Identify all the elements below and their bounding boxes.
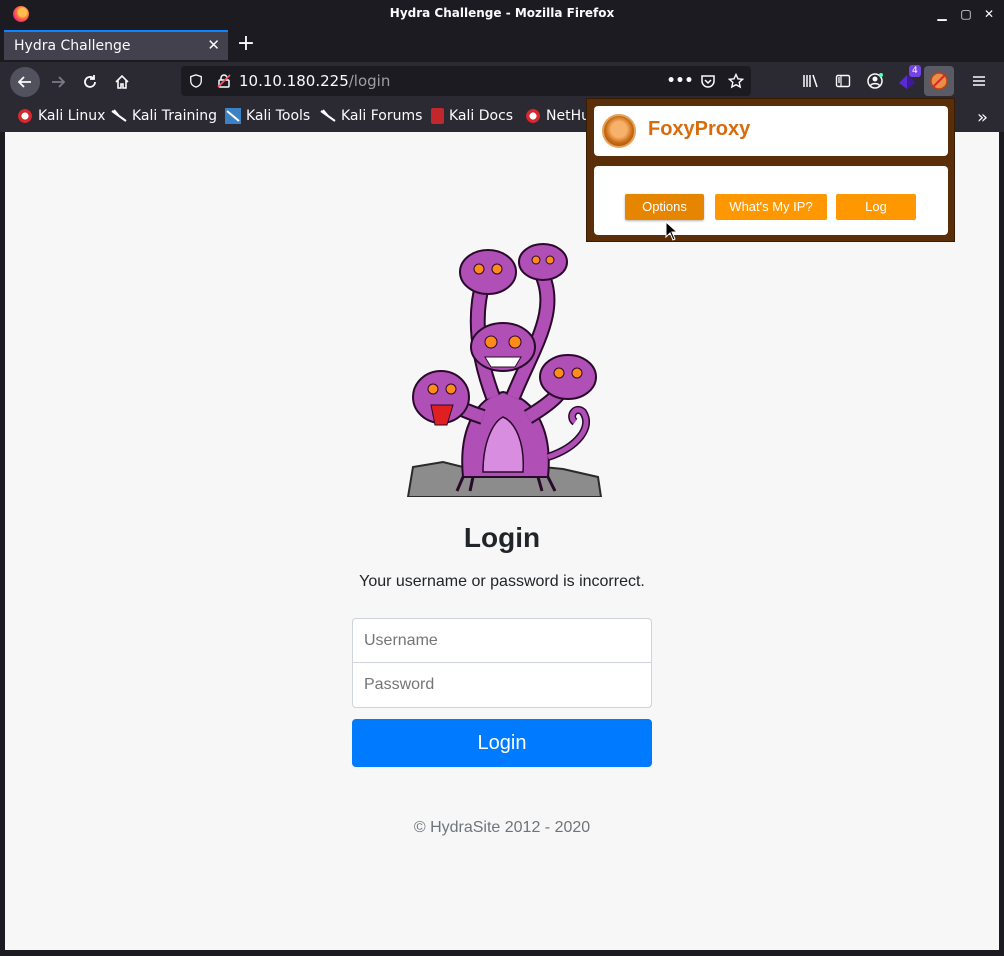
- bookmark-kali-training[interactable]: Kali Training: [111, 108, 217, 124]
- bookmarks-overflow-icon[interactable]: »: [977, 107, 988, 128]
- bookmark-label: Kali Docs: [449, 108, 514, 124]
- forward-arrow-icon: [52, 76, 66, 88]
- tab-close-icon[interactable]: ✕: [207, 36, 220, 54]
- username-input[interactable]: [352, 618, 652, 663]
- tab-hydra-challenge[interactable]: Hydra Challenge ✕: [4, 30, 228, 60]
- back-arrow-icon: [17, 76, 31, 88]
- navigation-bar: 10.10.180.225/login ••• 4: [0, 62, 1004, 102]
- url-host: 10.10.180.225: [239, 72, 349, 90]
- bookmark-star-icon[interactable]: [725, 70, 747, 92]
- mouse-cursor-icon: [665, 221, 677, 241]
- menu-icon[interactable]: [968, 70, 990, 92]
- bookmark-label: Kali Training: [132, 108, 217, 124]
- foxyproxy-body: Options What's My IP? Log: [594, 166, 948, 235]
- minimize-button[interactable]: ▁: [934, 6, 950, 22]
- reload-button[interactable]: [75, 67, 105, 97]
- extension-icon[interactable]: 4: [896, 65, 921, 92]
- options-button[interactable]: Options: [625, 194, 704, 220]
- window-title: Hydra Challenge - Mozilla Firefox: [389, 6, 615, 20]
- fox-logo-icon: [602, 114, 636, 148]
- foxyproxy-icon: [930, 72, 948, 90]
- kali-docs-icon: [431, 108, 444, 124]
- close-window-button[interactable]: ✕: [981, 6, 997, 22]
- bookmark-kali-linux[interactable]: Kali Linux: [17, 108, 105, 124]
- pocket-icon[interactable]: [697, 70, 719, 92]
- tracking-shield-icon[interactable]: [185, 70, 207, 92]
- home-icon: [115, 74, 129, 89]
- firefox-window: Hydra Challenge - Mozilla Firefox ▁ ▢ ✕ …: [0, 0, 1004, 956]
- extension-badge: 4: [909, 65, 921, 77]
- url-text[interactable]: 10.10.180.225/login: [239, 72, 390, 90]
- page-content: Login Your username or password is incor…: [5, 132, 999, 950]
- bookmark-kali-tools[interactable]: Kali Tools: [225, 108, 310, 124]
- log-button[interactable]: Log: [836, 194, 916, 220]
- hydra-illustration: [406, 243, 603, 497]
- reload-icon: [84, 75, 96, 88]
- home-button[interactable]: [107, 67, 137, 97]
- copyright-footer: © HydraSite 2012 - 2020: [413, 819, 591, 836]
- kali-dragon-icon: [17, 108, 33, 124]
- bookmark-label: Kali Linux: [38, 108, 106, 124]
- url-bar[interactable]: 10.10.180.225/login •••: [181, 66, 751, 96]
- whats-my-ip-button[interactable]: What's My IP?: [715, 194, 827, 220]
- kali-forums-icon: [320, 108, 336, 124]
- account-icon[interactable]: [864, 70, 886, 92]
- bookmark-label: NetHu: [546, 108, 590, 124]
- back-button[interactable]: [10, 67, 40, 97]
- library-icon[interactable]: [800, 70, 822, 92]
- foxyproxy-popup: FoxyProxy Options What's My IP? Log: [586, 98, 955, 242]
- maximize-button[interactable]: ▢: [958, 6, 974, 22]
- error-message: Your username or password is incorrect.: [359, 573, 645, 590]
- forward-button[interactable]: [43, 67, 73, 97]
- sidebar-icon[interactable]: [832, 70, 854, 92]
- login-heading: Login: [463, 522, 541, 553]
- foxyproxy-toolbar-button[interactable]: [924, 66, 954, 96]
- title-bar: Hydra Challenge - Mozilla Firefox ▁ ▢ ✕: [0, 0, 1004, 28]
- new-tab-button[interactable]: +: [234, 31, 258, 57]
- login-button[interactable]: Login: [352, 719, 652, 767]
- bookmark-label: Kali Forums: [341, 108, 423, 124]
- bookmark-kali-docs[interactable]: Kali Docs: [431, 108, 513, 124]
- url-path: /login: [348, 72, 391, 90]
- tab-title: Hydra Challenge: [14, 38, 131, 54]
- bookmark-label: Kali Tools: [246, 108, 311, 124]
- insecure-lock-icon[interactable]: [213, 70, 235, 92]
- bookmark-nethunter[interactable]: NetHu: [525, 108, 590, 124]
- kali-training-icon: [111, 108, 127, 124]
- password-input[interactable]: [352, 663, 652, 708]
- kali-tools-icon: [225, 108, 241, 124]
- tab-strip: Hydra Challenge ✕ +: [0, 28, 1004, 62]
- foxyproxy-title: FoxyProxy: [648, 118, 751, 140]
- kali-nethunter-icon: [525, 108, 541, 124]
- foxyproxy-header: FoxyProxy: [594, 106, 948, 156]
- bookmark-kali-forums[interactable]: Kali Forums: [320, 108, 422, 124]
- page-actions-icon[interactable]: •••: [667, 70, 694, 92]
